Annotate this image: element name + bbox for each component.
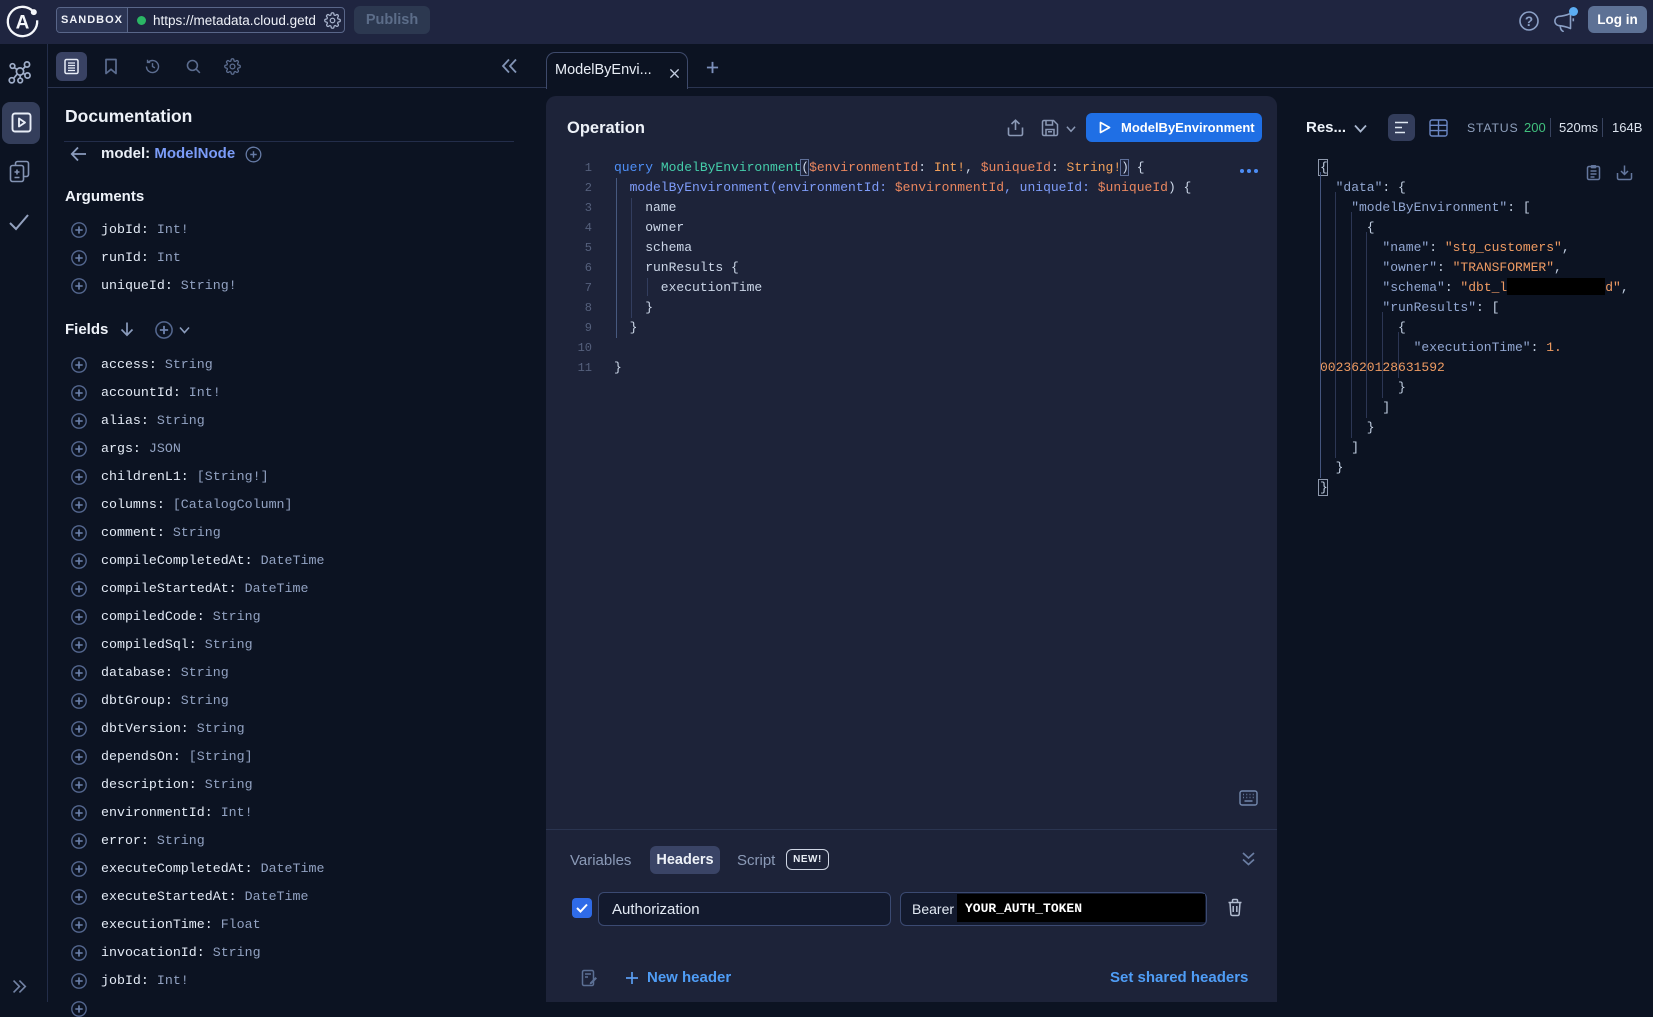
svg-text:?: ? <box>1525 14 1533 29</box>
svg-text:A: A <box>16 13 30 34</box>
